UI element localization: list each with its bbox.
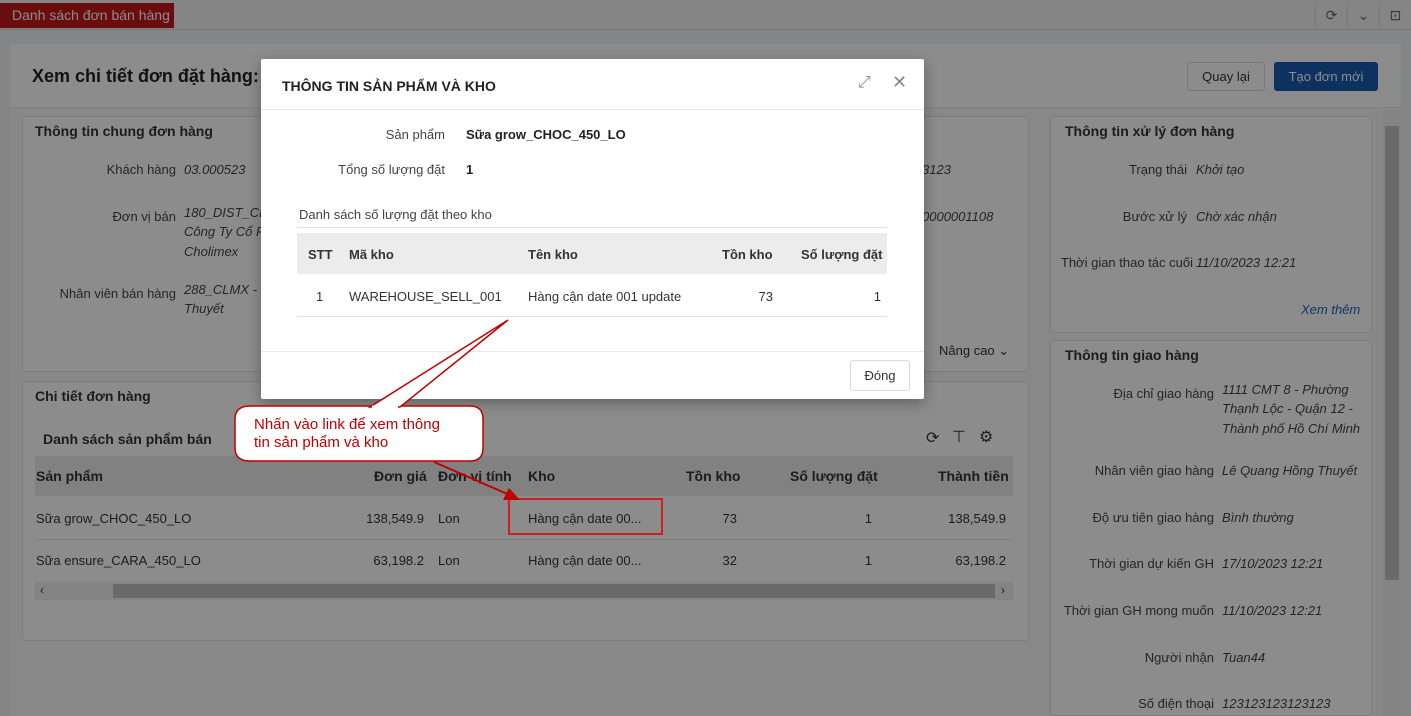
callout-line-1: Nhấn vào link để xem thông xyxy=(254,416,440,433)
callout-text: Nhấn vào link để xem thông tin sản phẩm … xyxy=(254,416,469,452)
callout-bubble xyxy=(234,319,520,500)
callout-line-2: tin sản phẩm và kho xyxy=(254,434,389,451)
